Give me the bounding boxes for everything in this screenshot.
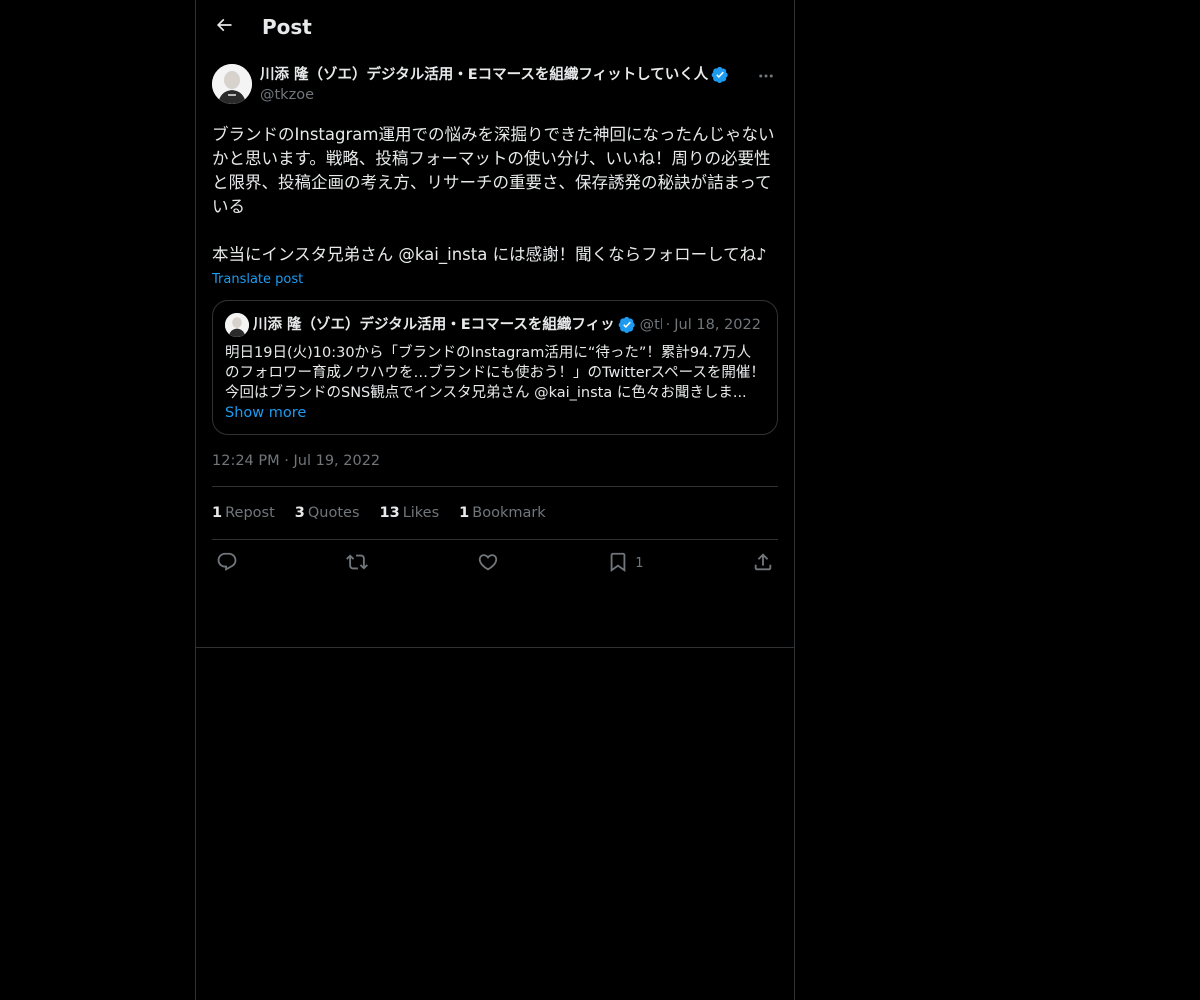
quote-author-name: 川添 隆（ゾエ）デジタル活用・Eコマースを組織フィッ (253, 317, 615, 333)
quote-avatar (225, 313, 249, 337)
action-bar: 1 (212, 540, 778, 587)
back-button[interactable] (206, 9, 242, 45)
translate-post-link[interactable]: Translate post (212, 271, 778, 289)
post-time[interactable]: 12:24 PM (212, 453, 280, 469)
quote-text: 明日19日(火)10:30から「ブランドのInstagram活用に“待った”！累… (225, 343, 765, 403)
header: Post (196, 0, 794, 54)
bookmark-button[interactable]: 1 (607, 551, 644, 577)
engagement-stats: 1 Repost 3 Quotes 13 Likes 1 Bookmark (212, 487, 778, 540)
stat-count: 13 (379, 505, 400, 521)
author-handle[interactable]: @tkzoe (260, 85, 754, 105)
stat-label: Likes (402, 505, 440, 521)
post-date[interactable]: Jul 19, 2022 (293, 453, 380, 469)
arrow-left-icon (214, 15, 234, 39)
post: 川添 隆（ゾエ）デジタル活用・Eコマースを組織フィットしていく人 @tkzoe … (196, 54, 794, 587)
quote-body: 明日19日(火)10:30から「ブランドのInstagram活用に“待った”！累… (225, 345, 765, 381)
stat-bookmarks[interactable]: 1 Bookmark (459, 505, 546, 521)
quoted-post[interactable]: 川添 隆（ゾエ）デジタル活用・Eコマースを組織フィッ @tk · Jul 18,… (212, 300, 778, 435)
bookmark-count: 1 (635, 556, 644, 571)
separator-dot: · (665, 317, 671, 333)
stat-count: 1 (212, 505, 223, 521)
more-icon (757, 67, 775, 89)
author-info: 川添 隆（ゾエ）デジタル活用・Eコマースを組織フィットしていく人 @tkzoe (260, 64, 754, 105)
stat-label: Repost (225, 505, 275, 521)
stat-count: 3 (294, 505, 305, 521)
stat-label: Quotes (307, 505, 360, 521)
share-button[interactable] (752, 551, 774, 577)
stat-reposts[interactable]: 1 Repost (212, 505, 275, 521)
author-name-line: 川添 隆（ゾエ）デジタル活用・Eコマースを組織フィットしていく人 (260, 65, 754, 85)
avatar[interactable] (212, 64, 252, 104)
stat-quotes[interactable]: 3 Quotes (295, 505, 360, 521)
post-column: Post 川添 隆（ゾエ）デジタル活用・Eコマースを組織フィットしていく人 @t… (195, 0, 795, 1000)
more-button[interactable] (754, 66, 778, 90)
post-text: ブランドのInstagram運用での悩みを深掘りできた神回になったんじゃないかと… (212, 125, 775, 264)
reply-icon (216, 551, 238, 577)
share-icon (752, 551, 774, 577)
divider (196, 647, 794, 648)
quote-date: Jul 18, 2022 (674, 317, 761, 333)
stat-count: 1 (459, 505, 470, 521)
stat-label: Bookmark (472, 505, 546, 521)
post-timestamp: 12:24 PM · Jul 19, 2022 (212, 451, 778, 487)
repost-icon (346, 551, 369, 577)
author-name[interactable]: 川添 隆（ゾエ）デジタル活用・Eコマースを組織フィットしていく人 (260, 65, 708, 85)
author-row: 川添 隆（ゾエ）デジタル活用・Eコマースを組織フィットしていく人 @tkzoe (212, 64, 778, 112)
quote-header: 川添 隆（ゾエ）デジタル活用・Eコマースを組織フィッ @tk · Jul 18,… (225, 313, 765, 337)
verified-badge-icon (618, 316, 636, 334)
repost-button[interactable] (346, 551, 369, 577)
quote-last-line: 今回はブランドのSNS観点でインスタ兄弟さん @kai_insta に色々お聞き… (225, 385, 747, 401)
like-button[interactable] (477, 551, 499, 577)
show-more-link[interactable]: Show more (225, 403, 765, 423)
quote-handle: @tk (639, 317, 662, 333)
bookmark-icon (607, 551, 629, 577)
verified-badge-icon (711, 66, 729, 84)
stat-likes[interactable]: 13 Likes (380, 505, 440, 521)
heart-icon (477, 551, 499, 577)
reply-button[interactable] (216, 551, 238, 577)
page-title: Post (262, 15, 312, 39)
